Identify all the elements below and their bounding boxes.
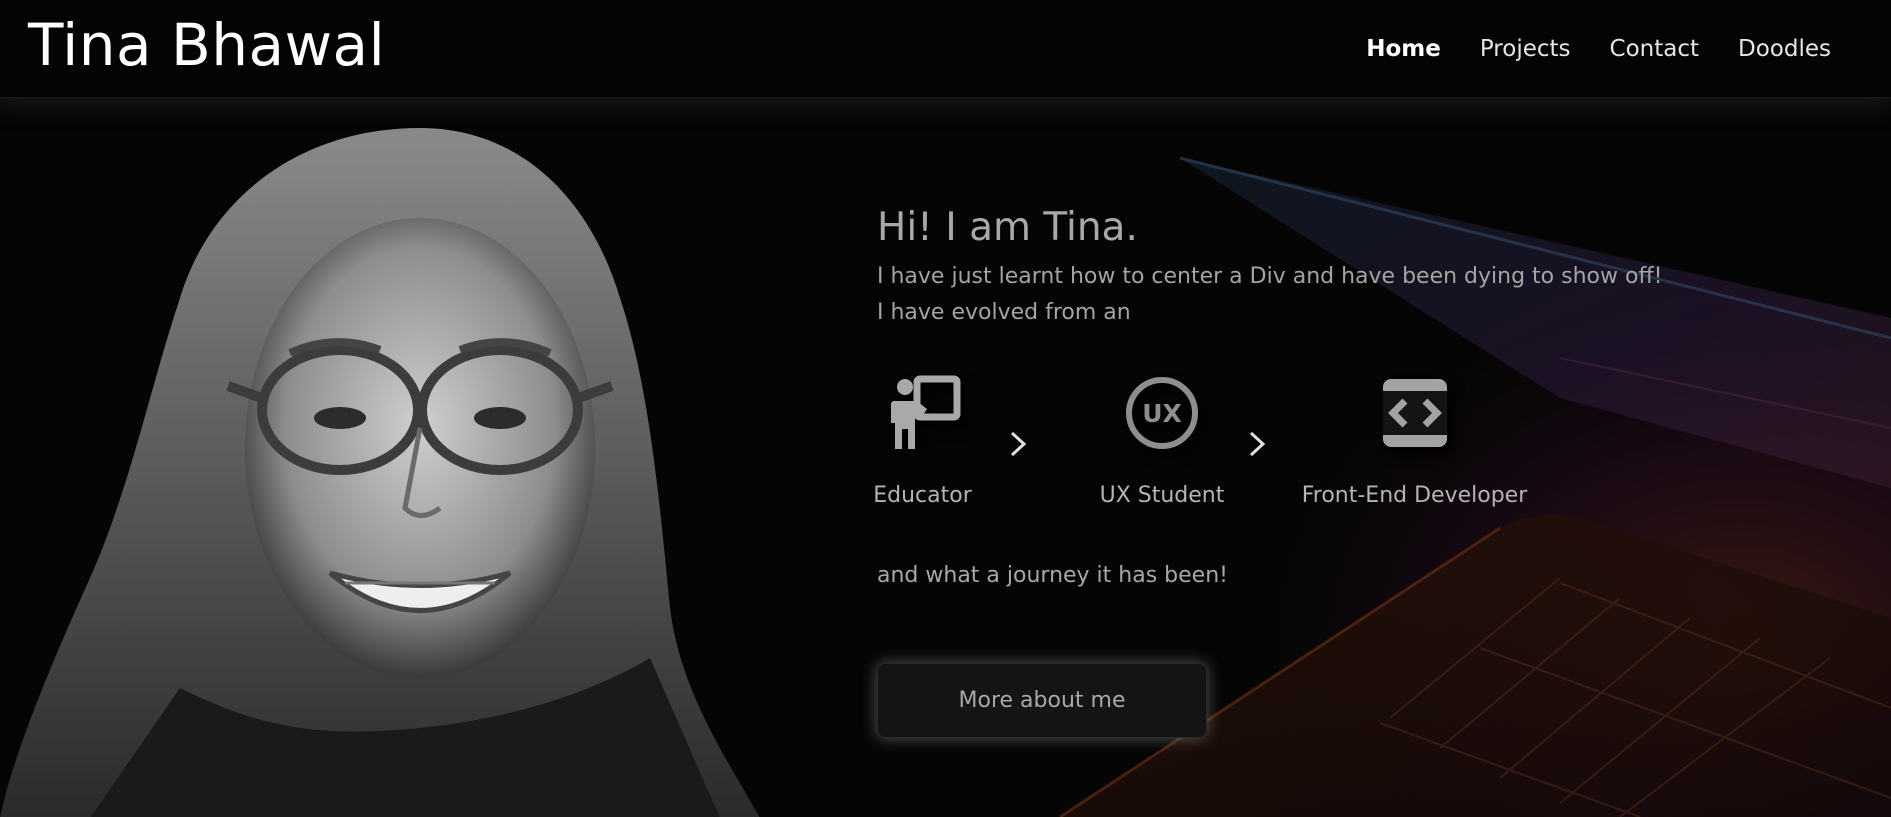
journey-outro: and what a journey it has been! bbox=[877, 563, 1228, 588]
nav-link-home[interactable]: Home bbox=[1366, 34, 1441, 64]
step-educator: Educator bbox=[870, 373, 975, 508]
teacher-board-icon bbox=[890, 375, 960, 449]
nav-link-doodles[interactable]: Doodles bbox=[1738, 34, 1831, 64]
step-front-end-developer: Front-End Developer bbox=[1297, 373, 1532, 508]
intro-line-2: I have evolved from an bbox=[877, 300, 1131, 325]
chevron-right-icon bbox=[1249, 431, 1266, 457]
top-navigation-bar: Tina Bhawal Home Projects Contact Doodle… bbox=[0, 0, 1891, 98]
nav-link-projects[interactable]: Projects bbox=[1480, 34, 1571, 64]
ux-badge-icon: UX bbox=[1126, 377, 1198, 449]
intro-line-1: I have just learnt how to center a Div a… bbox=[877, 264, 1663, 289]
step-label-ux-student: UX Student bbox=[1099, 483, 1225, 508]
hero-title: Hi! I am Tina. bbox=[877, 205, 1138, 250]
step-ux-student: UX UX Student bbox=[1089, 373, 1235, 508]
intro-block: Hi! I am Tina. I have just learnt how to… bbox=[877, 203, 1737, 331]
profile-photo bbox=[0, 128, 760, 817]
nav-link-contact[interactable]: Contact bbox=[1610, 34, 1699, 64]
step-label-educator: Educator bbox=[873, 483, 972, 508]
site-brand-name[interactable]: Tina Bhawal bbox=[28, 10, 385, 80]
chevron-right-icon bbox=[1010, 431, 1027, 457]
step-label-front-end-developer: Front-End Developer bbox=[1301, 483, 1528, 508]
code-window-icon bbox=[1382, 379, 1447, 447]
hero-section: Hi! I am Tina. I have just learnt how to… bbox=[0, 98, 1891, 817]
main-nav: Home Projects Contact Doodles bbox=[1366, 34, 1831, 64]
svg-text:UX: UX bbox=[1142, 399, 1182, 428]
more-about-me-button[interactable]: More about me bbox=[877, 663, 1207, 738]
career-journey: Educator UX UX Student Front-End Develop… bbox=[870, 373, 1630, 533]
